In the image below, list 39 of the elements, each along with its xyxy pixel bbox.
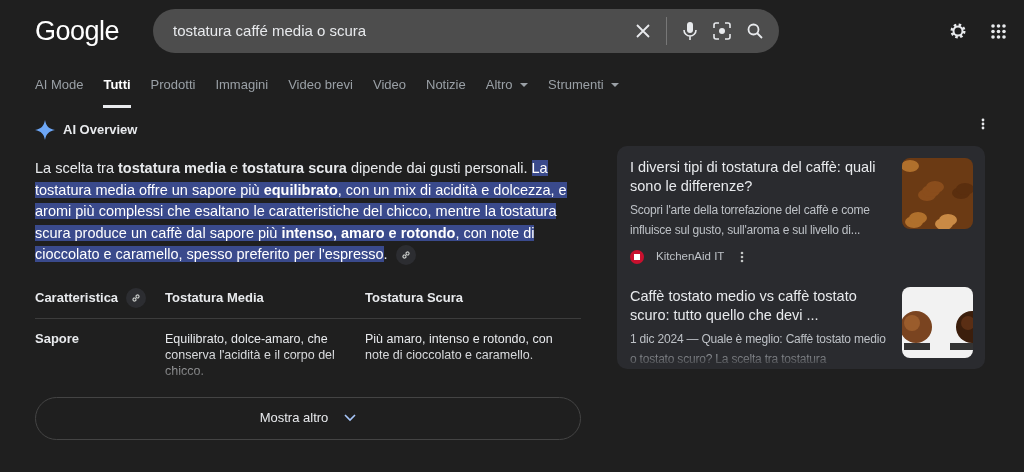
link-icon[interactable] (395, 245, 416, 266)
tab[interactable]: Notizie (426, 62, 466, 108)
column-header: Tostatura Scura (365, 288, 463, 307)
source-snippet: 1 dic 2024 — Quale è meglio: Caffè tostato medio o tostato scuro? La scelta tra tostatura (630, 331, 886, 369)
tab[interactable]: Prodotti (150, 62, 196, 108)
settings-icon[interactable] (949, 22, 967, 40)
table-cell-text: Sapore (35, 329, 81, 348)
more-options-icon[interactable] (740, 250, 745, 263)
microphone-icon[interactable] (683, 22, 697, 40)
camera-icon[interactable] (713, 22, 731, 40)
tab[interactable]: Immagini (215, 62, 269, 108)
caret-icon[interactable] (520, 82, 529, 88)
column-header: Tostatura Media (165, 288, 264, 307)
site-name[interactable]: KitchenAid IT (656, 248, 725, 266)
overview-title: AI Overview (63, 121, 138, 140)
search-input[interactable]: tostatura caffé media o scura (171, 18, 620, 44)
logo[interactable]: Google (35, 10, 153, 52)
close-icon[interactable] (636, 24, 650, 38)
chevron-down-icon (344, 414, 357, 422)
table-cell-text: Equilibrato, dolce-amaro, che conserva l'acidità e il corpo del chicco. (165, 330, 336, 380)
tab[interactable]: Tutti (103, 62, 131, 108)
source-snippet: Scopri l'arte della torrefazione del caffè e come influisce sul gusto, sull'aroma e sul livello di... (630, 202, 871, 239)
source-title[interactable]: I diversi tipi di tostatura del caffè: quali sono le differenze? (630, 158, 886, 196)
tab[interactable]: Altro (485, 62, 529, 108)
search-field[interactable]: tostatura caffé media o scura (153, 9, 779, 53)
table-cell-text: Più amaro, intenso e rotondo, con note di cioccolato e caramello. (365, 330, 554, 364)
column-header: Caratteristica (35, 288, 119, 307)
tab[interactable]: Strumenti (548, 62, 620, 108)
sparkle-icon (35, 120, 55, 140)
tab[interactable]: AI Mode (35, 62, 84, 108)
tab[interactable]: Video brevi (288, 62, 353, 108)
link-icon[interactable] (126, 287, 147, 308)
search-icon[interactable] (747, 23, 763, 39)
tab[interactable]: Video (373, 62, 406, 108)
caret-icon[interactable] (611, 82, 620, 88)
more-options-icon[interactable] (981, 118, 985, 130)
apps-grid-icon[interactable] (991, 23, 1006, 39)
site-favicon-icon (630, 249, 644, 264)
source-title[interactable]: Caffè tostato medio vs caffè tostato scuro: tutto quello che devi ... (630, 287, 886, 326)
